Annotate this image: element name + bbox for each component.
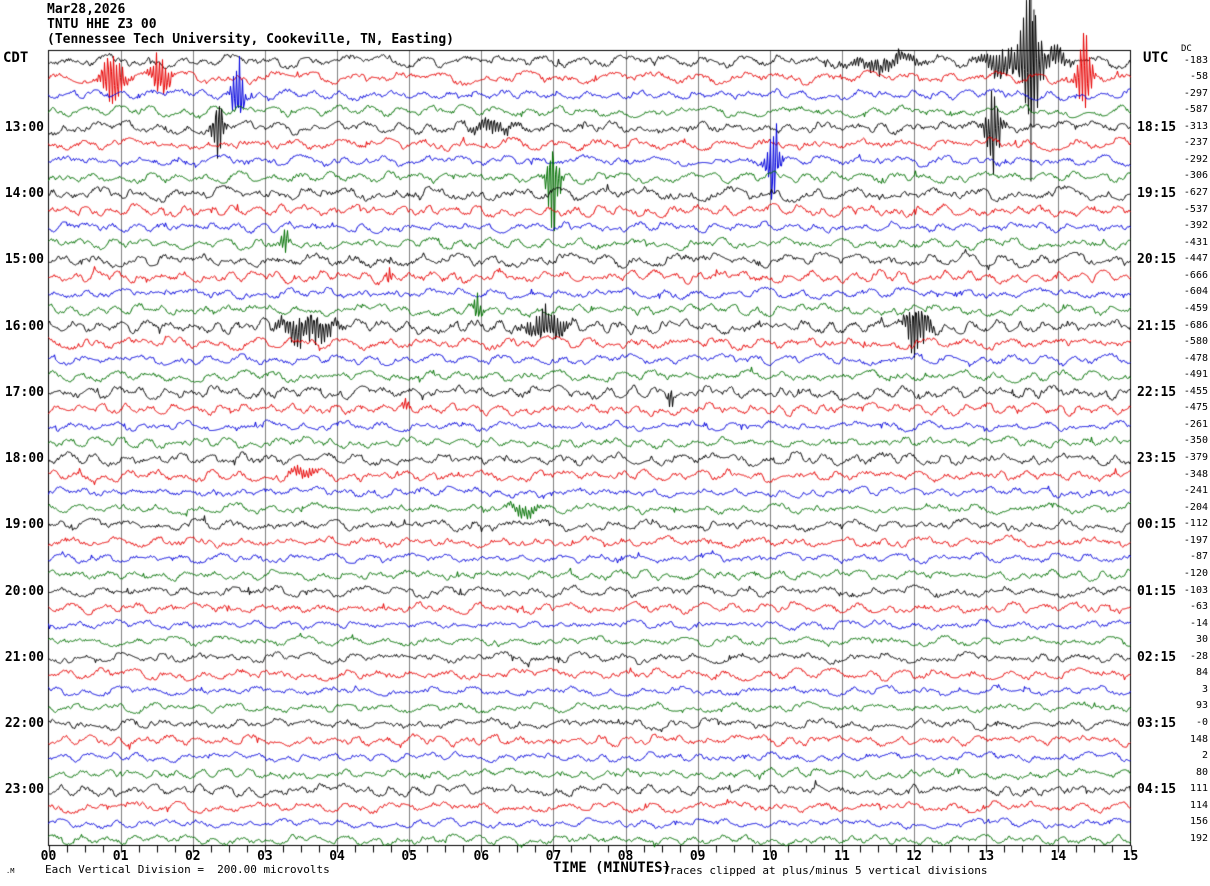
dc-value: -537 <box>1183 203 1208 215</box>
header-date: Mar28,2026 <box>47 2 126 17</box>
header-station: TNTU HHE Z3 00 <box>47 17 157 32</box>
dc-value: -120 <box>1183 567 1208 579</box>
x-tick-label: 15 <box>1122 849 1139 864</box>
dc-value: -103 <box>1183 584 1208 596</box>
dc-value: -478 <box>1183 352 1208 364</box>
x-axis-title: TIME (MINUTES) <box>553 860 672 876</box>
dc-value: -580 <box>1183 336 1208 348</box>
x-tick-label: 01 <box>112 849 129 864</box>
dc-value: -587 <box>1183 104 1208 116</box>
dc-value: -348 <box>1183 468 1208 480</box>
dc-value: -447 <box>1183 253 1208 265</box>
dc-value: -431 <box>1183 236 1208 248</box>
x-tick-label: 06 <box>473 849 490 864</box>
dc-value: -475 <box>1183 402 1208 414</box>
right-timezone-label: UTC <box>1143 50 1169 66</box>
dc-value: -28 <box>1189 650 1208 662</box>
helicorder-page: Mar28,2026 TNTU HHE Z3 00 (Tennessee Tec… <box>0 0 1210 886</box>
dc-value: -241 <box>1183 485 1208 497</box>
x-tick-label: 09 <box>689 849 706 864</box>
left-hour-label: 20:00 <box>4 583 44 599</box>
left-hour-label: 15:00 <box>4 252 44 268</box>
dc-value: -87 <box>1189 551 1208 563</box>
dc-value: -491 <box>1183 369 1208 381</box>
dc-value: -58 <box>1189 71 1208 83</box>
dc-value: 3 <box>1201 683 1208 695</box>
dc-value: -112 <box>1183 518 1208 530</box>
corner-mark: .M <box>6 867 15 875</box>
left-hour-label: 17:00 <box>4 384 44 400</box>
x-tick-label: 02 <box>184 849 201 864</box>
left-hour-label: 23:00 <box>4 782 44 798</box>
dc-value: -686 <box>1183 319 1208 331</box>
dc-value: -237 <box>1183 137 1208 149</box>
dc-value: 156 <box>1189 816 1208 828</box>
x-tick-label: 14 <box>1050 849 1067 864</box>
header-location: (Tennessee Tech University, Cookeville, … <box>47 32 454 47</box>
clip-note: Traces clipped at plus/minus 5 vertical … <box>663 864 988 877</box>
dc-value: -306 <box>1183 170 1208 182</box>
left-hour-label: 22:00 <box>4 716 44 731</box>
dc-value: 111 <box>1189 783 1208 795</box>
dc-value: 80 <box>1195 766 1208 778</box>
dc-value: -0 <box>1195 717 1208 728</box>
dc-value: -292 <box>1183 153 1208 165</box>
dc-value: 114 <box>1189 799 1208 811</box>
dc-value: -666 <box>1183 269 1208 281</box>
seismogram-canvas <box>0 0 1210 886</box>
left-hour-label: 16:00 <box>4 318 44 334</box>
left-hour-label: 13:00 <box>4 119 44 135</box>
x-tick-label: 05 <box>401 849 417 864</box>
dc-value: -197 <box>1183 534 1208 546</box>
scale-note: Each Vertical Division = 200.00 microvol… <box>45 863 330 876</box>
left-hour-label: 14:00 <box>4 186 44 201</box>
dc-value: -627 <box>1183 187 1208 198</box>
x-tick-label: 00 <box>40 849 57 864</box>
dc-value: -459 <box>1183 302 1208 314</box>
dc-value: -392 <box>1183 220 1208 232</box>
dc-value: 30 <box>1195 634 1208 646</box>
dc-value: -379 <box>1183 452 1208 463</box>
left-timezone-label: CDT <box>3 50 29 66</box>
dc-value: 84 <box>1195 667 1208 679</box>
dc-value: -63 <box>1189 601 1208 613</box>
dc-column-header: DC <box>1181 44 1192 54</box>
dc-value: -604 <box>1183 286 1208 298</box>
dc-value: 192 <box>1189 832 1208 844</box>
x-tick-label: 12 <box>906 849 922 864</box>
dc-value: -204 <box>1183 501 1208 513</box>
dc-value: -313 <box>1183 120 1208 132</box>
dc-value: -350 <box>1183 435 1208 447</box>
x-tick-label: 04 <box>329 849 345 864</box>
dc-value: -455 <box>1183 385 1208 397</box>
x-tick-label: 10 <box>762 849 778 864</box>
dc-value: -297 <box>1183 87 1208 99</box>
left-hour-label: 21:00 <box>4 649 44 665</box>
x-tick-label: 03 <box>257 849 273 864</box>
dc-value: 2 <box>1201 750 1208 762</box>
dc-value: -261 <box>1183 418 1208 430</box>
left-hour-label: 18:00 <box>4 451 44 466</box>
dc-value: -183 <box>1183 54 1208 66</box>
dc-value: -14 <box>1189 617 1208 629</box>
dc-value: 148 <box>1189 733 1208 745</box>
x-tick-label: 11 <box>834 849 850 864</box>
x-tick-label: 13 <box>978 849 995 864</box>
left-hour-label: 19:00 <box>4 517 44 533</box>
dc-value: 93 <box>1195 700 1208 712</box>
